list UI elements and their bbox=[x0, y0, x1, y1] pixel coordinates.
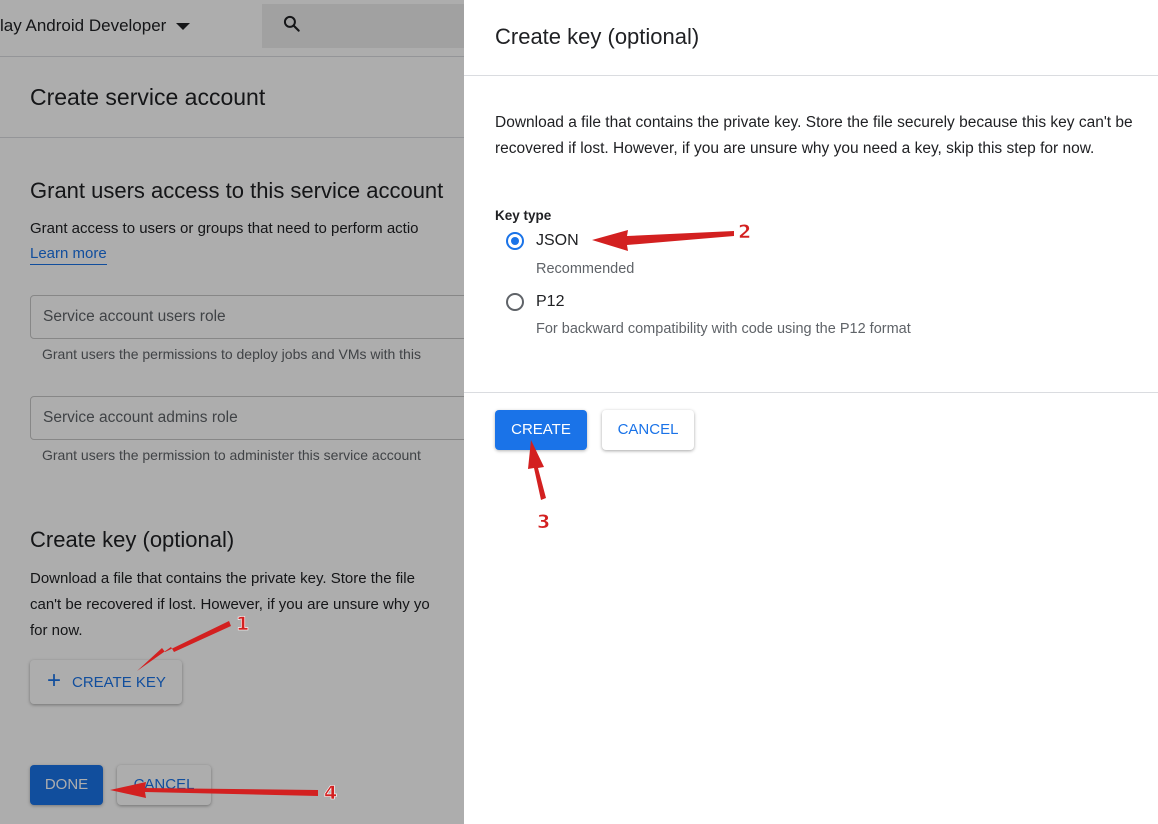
json-option-label[interactable]: JSON bbox=[536, 232, 579, 250]
p12-radio[interactable] bbox=[506, 293, 524, 311]
divider bbox=[464, 392, 1158, 393]
cancel-button[interactable]: CANCEL bbox=[602, 410, 694, 450]
json-radio[interactable] bbox=[506, 232, 524, 250]
divider bbox=[464, 75, 1158, 76]
p12-option-sublabel: For backward compatibility with code usi… bbox=[536, 321, 911, 337]
create-button[interactable]: CREATE bbox=[495, 410, 587, 450]
drawer-description: Download a file that contains the privat… bbox=[495, 114, 1133, 157]
drawer-title: Create key (optional) bbox=[495, 24, 700, 49]
background-page: lay Android Developer Create service acc… bbox=[0, 0, 464, 824]
json-option-sublabel: Recommended bbox=[536, 261, 635, 277]
p12-option-label[interactable]: P12 bbox=[536, 293, 564, 311]
create-key-drawer: Create key (optional) Download a file th… bbox=[464, 0, 1158, 824]
modal-scrim[interactable] bbox=[0, 0, 464, 824]
key-type-label: Key type bbox=[495, 208, 552, 223]
